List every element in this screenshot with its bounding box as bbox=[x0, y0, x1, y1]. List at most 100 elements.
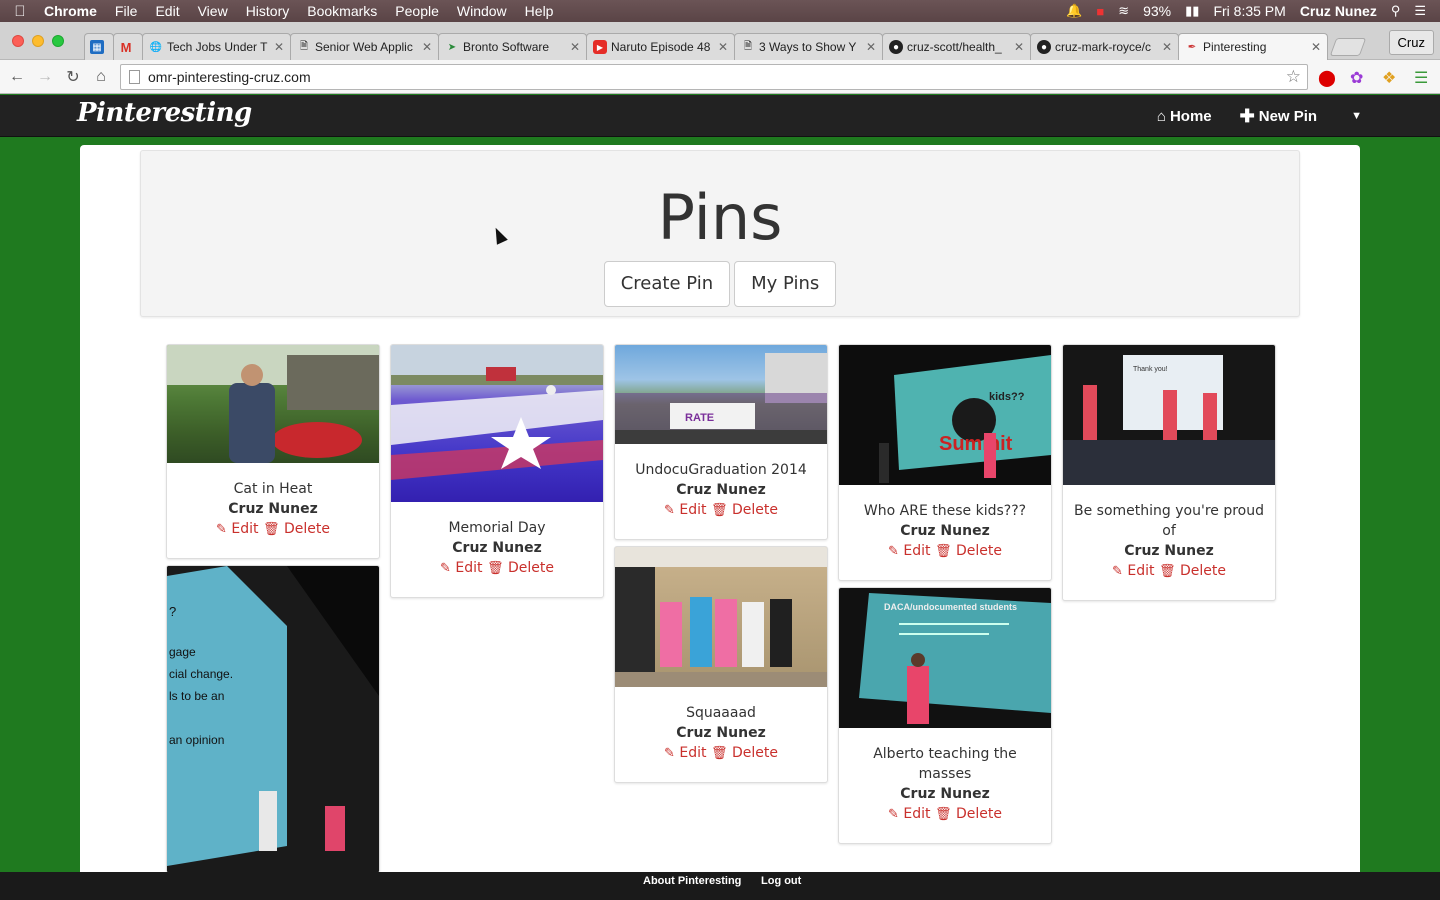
site-brand-logo[interactable]: Pinteresting bbox=[77, 98, 252, 128]
delete-link[interactable]: 🗑 Delete bbox=[1159, 563, 1226, 579]
tab-pinteresting[interactable]: ✒ Pinteresting ✕ bbox=[1178, 33, 1328, 60]
apple-icon[interactable]:  bbox=[0, 3, 40, 20]
github-icon: ● bbox=[1037, 40, 1051, 54]
tab-naruto[interactable]: ▶ Naruto Episode 48 ✕ bbox=[586, 33, 735, 60]
adblock-extension-icon[interactable]: ⬤ bbox=[1318, 68, 1336, 88]
reload-icon[interactable]: ↻ bbox=[59, 67, 87, 87]
delete-link[interactable]: 🗑 Delete bbox=[935, 806, 1002, 822]
close-window-button[interactable] bbox=[12, 35, 24, 47]
menu-people[interactable]: People bbox=[386, 3, 448, 19]
clock[interactable]: Fri 8:35 PM bbox=[1213, 3, 1285, 19]
pin-card[interactable]: kids?? Summit Who ARE these kids??? Cruz… bbox=[838, 344, 1052, 581]
trash-icon: 🗑 bbox=[486, 561, 504, 576]
pin-image[interactable]: ? gage cial change. ls to be an an opini… bbox=[167, 566, 379, 872]
tab-tech-jobs[interactable]: 🌐 Tech Jobs Under T ✕ bbox=[142, 33, 291, 60]
svg-text:an opinion: an opinion bbox=[169, 733, 224, 747]
pin-image[interactable] bbox=[391, 345, 603, 502]
bookmark-star-icon[interactable]: ☆ bbox=[1286, 67, 1301, 87]
pinned-tab-trello[interactable]: ▦ bbox=[84, 33, 114, 60]
close-tab-icon[interactable]: ✕ bbox=[718, 40, 728, 54]
notification-bell-icon[interactable]: 🔔 bbox=[1066, 3, 1082, 19]
close-tab-icon[interactable]: ✕ bbox=[1311, 40, 1321, 54]
pin-card[interactable]: Squaaaad Cruz Nunez ✎ Edit 🗑 Delete bbox=[614, 546, 828, 783]
edit-link[interactable]: ✎ Edit bbox=[888, 806, 930, 822]
status-app-icon[interactable]: ■ bbox=[1096, 4, 1104, 19]
tab-bronto[interactable]: ➤ Bronto Software ✕ bbox=[438, 33, 587, 60]
pin-author: Cruz Nunez bbox=[900, 523, 990, 539]
fullscreen-window-button[interactable] bbox=[52, 35, 64, 47]
close-tab-icon[interactable]: ✕ bbox=[570, 40, 580, 54]
pinned-tab-gmail[interactable]: M bbox=[113, 33, 143, 60]
pin-author: Cruz Nunez bbox=[676, 482, 766, 498]
menu-bookmarks[interactable]: Bookmarks bbox=[298, 3, 386, 19]
pin-image[interactable]: RATE bbox=[615, 345, 827, 444]
pin-card[interactable]: Thank you! Be something you're proud of … bbox=[1062, 344, 1276, 601]
menu-view[interactable]: View bbox=[189, 3, 237, 19]
tab-senior-web[interactable]: 🗎 Senior Web Applic ✕ bbox=[290, 33, 439, 60]
url-text[interactable]: omr-pinteresting-cruz.com bbox=[148, 69, 311, 85]
address-bar[interactable]: omr-pinteresting-cruz.com ☆ bbox=[120, 64, 1308, 90]
tools-extension-icon[interactable]: ❖ bbox=[1382, 68, 1396, 88]
close-tab-icon[interactable]: ✕ bbox=[866, 40, 876, 54]
nav-dropdown-toggle[interactable]: ▼ bbox=[1345, 110, 1362, 122]
color-extension-icon[interactable]: ✿ bbox=[1350, 68, 1363, 88]
minimize-window-button[interactable] bbox=[32, 35, 44, 47]
profile-button[interactable]: Cruz bbox=[1388, 30, 1434, 55]
close-tab-icon[interactable]: ✕ bbox=[1014, 40, 1024, 54]
nav-home-link[interactable]: ⌂ Home bbox=[1157, 108, 1212, 125]
menu-history[interactable]: History bbox=[237, 3, 299, 19]
user-menu[interactable]: Cruz Nunez bbox=[1300, 3, 1377, 19]
edit-link[interactable]: ✎ Edit bbox=[440, 560, 482, 576]
delete-label: Delete bbox=[283, 521, 330, 537]
battery-icon[interactable]: ▮▮ bbox=[1185, 3, 1199, 19]
chrome-menu-icon[interactable]: ☰ bbox=[1414, 68, 1428, 88]
pin-card[interactable]: Memorial Day Cruz Nunez ✎ Edit 🗑 Delete bbox=[390, 344, 604, 598]
site-footer: About Pinteresting Log out bbox=[0, 872, 1440, 900]
about-link[interactable]: About Pinteresting bbox=[643, 875, 741, 887]
edit-link[interactable]: ✎ Edit bbox=[664, 745, 706, 761]
menu-file[interactable]: File bbox=[106, 3, 147, 19]
pin-card[interactable]: DACA/undocumented students Alberto teach… bbox=[838, 587, 1052, 844]
tab-github-health[interactable]: ● cruz-scott/health_ ✕ bbox=[882, 33, 1031, 60]
menu-app-name[interactable]: Chrome bbox=[40, 3, 106, 19]
edit-label: Edit bbox=[903, 543, 931, 559]
delete-link[interactable]: 🗑 Delete bbox=[263, 521, 330, 537]
tab-3-ways[interactable]: 🗎 3 Ways to Show Y ✕ bbox=[734, 33, 883, 60]
forward-icon[interactable]: → bbox=[31, 68, 59, 86]
home-icon[interactable]: ⌂ bbox=[87, 68, 115, 86]
spotlight-search-icon[interactable]: ⚲ bbox=[1391, 3, 1401, 19]
nav-new-pin-link[interactable]: ✚ New Pin bbox=[1240, 106, 1317, 127]
pin-card[interactable]: RATE UndocuGraduation 2014 Cruz Nunez ✎ … bbox=[614, 344, 828, 540]
edit-link[interactable]: ✎ Edit bbox=[216, 521, 258, 537]
menu-help[interactable]: Help bbox=[516, 3, 563, 19]
close-tab-icon[interactable]: ✕ bbox=[1162, 40, 1172, 54]
menu-edit[interactable]: Edit bbox=[146, 3, 188, 19]
pin-image[interactable]: kids?? Summit bbox=[839, 345, 1051, 485]
logout-link[interactable]: Log out bbox=[761, 875, 801, 887]
delete-link[interactable]: 🗑 Delete bbox=[487, 560, 554, 576]
close-tab-icon[interactable]: ✕ bbox=[422, 40, 432, 54]
my-pins-button[interactable]: My Pins bbox=[734, 261, 837, 307]
wifi-icon[interactable]: ≋ bbox=[1118, 3, 1129, 19]
pin-image[interactable]: Thank you! bbox=[1063, 345, 1275, 485]
pin-image[interactable]: DACA/undocumented students bbox=[839, 588, 1051, 728]
menu-window[interactable]: Window bbox=[448, 3, 516, 19]
page-info-icon[interactable] bbox=[129, 70, 140, 84]
tab-github-royce[interactable]: ● cruz-mark-royce/c ✕ bbox=[1030, 33, 1179, 60]
new-tab-button[interactable] bbox=[1329, 38, 1367, 56]
delete-link[interactable]: 🗑 Delete bbox=[711, 745, 778, 761]
pin-card[interactable]: Cat in Heat Cruz Nunez ✎ Edit 🗑 Delete bbox=[166, 344, 380, 559]
create-pin-button[interactable]: Create Pin bbox=[603, 261, 731, 307]
delete-link[interactable]: 🗑 Delete bbox=[935, 543, 1002, 559]
pin-image[interactable] bbox=[615, 547, 827, 687]
notification-center-icon[interactable]: ☰ bbox=[1414, 3, 1426, 19]
edit-link[interactable]: ✎ Edit bbox=[664, 502, 706, 518]
close-tab-icon[interactable]: ✕ bbox=[274, 40, 284, 54]
tab-title: Pinteresting bbox=[1203, 40, 1267, 54]
back-icon[interactable]: ← bbox=[3, 68, 31, 86]
delete-link[interactable]: 🗑 Delete bbox=[711, 502, 778, 518]
pin-image[interactable] bbox=[167, 345, 379, 463]
edit-link[interactable]: ✎ Edit bbox=[1112, 563, 1154, 579]
pin-card[interactable]: ? gage cial change. ls to be an an opini… bbox=[166, 565, 380, 872]
edit-link[interactable]: ✎ Edit bbox=[888, 543, 930, 559]
